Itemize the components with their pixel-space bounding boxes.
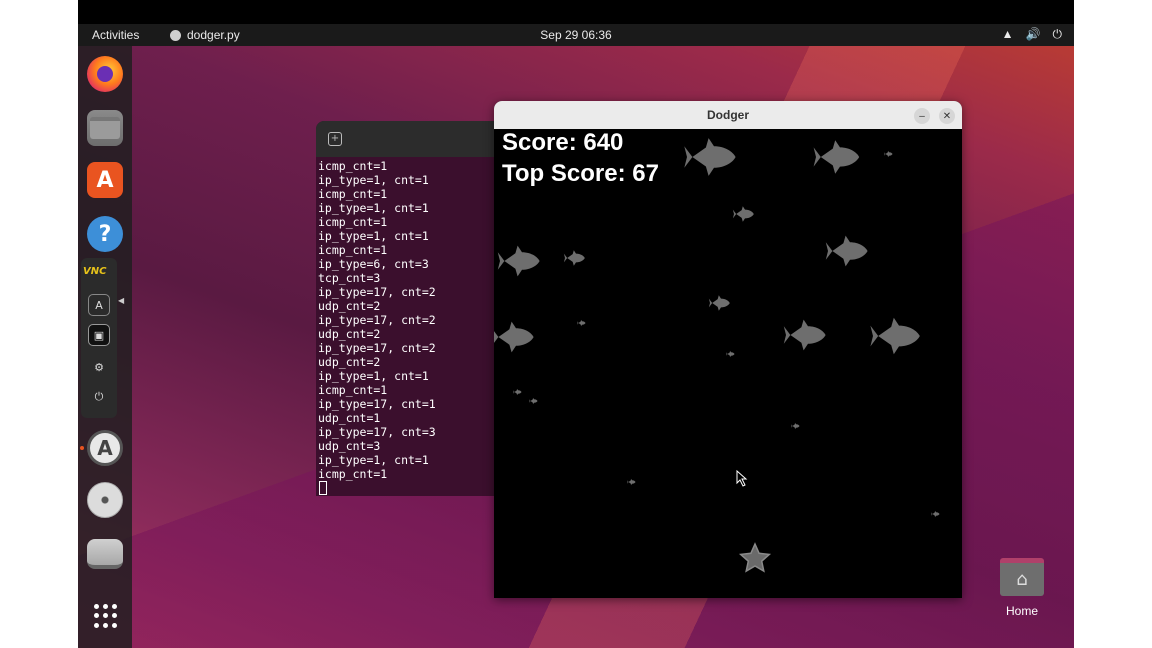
fish-enemy <box>708 295 730 311</box>
terminal-output[interactable]: icmp_cnt=1 ip_type=1, cnt=1 icmp_cnt=1 ip_t… <box>316 157 506 495</box>
terminal-line: icmp_cnt=1 <box>318 159 388 173</box>
terminal-line: ip_type=1, cnt=1 <box>318 173 429 187</box>
terminal-line: udp_cnt=1 <box>318 411 381 425</box>
fish-enemy <box>884 150 893 158</box>
system-tray[interactable]: ▲ 🔊 ⏻ <box>1002 27 1062 42</box>
terminal-line: ip_type=1, cnt=1 <box>318 369 429 383</box>
software-updater-icon[interactable]: A <box>87 430 123 466</box>
running-indicator <box>80 446 84 450</box>
vnc-keyboard-toggle-icon[interactable]: A <box>88 294 110 316</box>
files-icon[interactable] <box>87 110 123 146</box>
network-icon[interactable]: ▲ <box>1002 27 1014 42</box>
disc-icon[interactable] <box>87 482 123 518</box>
terminal-line: udp_cnt=3 <box>318 439 381 453</box>
mouse-pointer-icon <box>736 469 748 487</box>
clock[interactable]: Sep 29 06:36 <box>78 28 1074 42</box>
terminal-line: icmp_cnt=1 <box>318 243 388 257</box>
top-score-label: Top Score: 67 <box>502 160 659 187</box>
terminal-line: icmp_cnt=1 <box>318 187 388 201</box>
terminal-line: udp_cnt=2 <box>318 327 381 341</box>
fish-enemy <box>870 317 920 355</box>
show-apps-icon[interactable] <box>87 598 123 634</box>
fish-enemy <box>577 319 586 327</box>
terminal-line: ip_type=1, cnt=1 <box>318 201 429 215</box>
terminal-line: ip_type=17, cnt=2 <box>318 341 436 355</box>
vnc-toolbar: VNC A ▣ ⚙ ⏻ <box>81 258 117 418</box>
power-icon[interactable]: ⏻ <box>1053 27 1063 42</box>
vnc-logo: VNC <box>83 266 107 277</box>
volume-icon[interactable]: 🔊 <box>1026 27 1041 42</box>
firefox-icon[interactable] <box>87 56 123 92</box>
dodger-window[interactable]: Dodger – ✕ Score: 640 Top Score: 67 <box>494 101 962 598</box>
fish-enemy <box>494 321 534 353</box>
vnc-power-icon[interactable]: ⏻ <box>88 386 110 408</box>
terminal-window[interactable]: + icmp_cnt=1 ip_type=1, cnt=1 icmp_cnt=1 ip… <box>316 121 506 496</box>
vnc-panel-handle-icon[interactable]: ◀ <box>118 296 124 305</box>
vnc-settings-gear-icon[interactable]: ⚙ <box>88 356 110 378</box>
fish-enemy <box>513 388 522 396</box>
home-folder-icon[interactable]: ⌂ <box>1000 558 1044 596</box>
dock: A ? VNC A ▣ ⚙ ⏻ ◀ A <box>78 46 132 648</box>
fish-enemy <box>813 140 860 174</box>
terminal-line: ip_type=1, cnt=1 <box>318 453 429 467</box>
fish-enemy <box>732 206 754 222</box>
game-canvas[interactable]: Score: 640 Top Score: 67 <box>494 129 962 598</box>
fish-enemy <box>497 245 540 277</box>
game-scene <box>494 138 940 573</box>
desktop: Activities dodger.py Sep 29 06:36 ▲ 🔊 ⏻ … <box>78 0 1074 648</box>
close-button[interactable]: ✕ <box>939 108 955 124</box>
terminal-line: ip_type=17, cnt=2 <box>318 313 436 327</box>
home-folder-label[interactable]: Home <box>988 604 1056 618</box>
starfish-player <box>738 542 772 573</box>
fish-enemy <box>529 397 538 405</box>
drive-icon[interactable] <box>87 539 123 569</box>
terminal-line: ip_type=1, cnt=1 <box>318 229 429 243</box>
window-title: Dodger <box>707 108 749 122</box>
terminal-header[interactable]: + <box>316 121 506 157</box>
dodger-titlebar[interactable]: Dodger – ✕ <box>494 101 962 129</box>
score-label: Score: 640 <box>502 129 624 156</box>
terminal-line: ip_type=17, cnt=3 <box>318 425 436 439</box>
vnc-clipboard-icon[interactable]: ▣ <box>88 324 110 346</box>
fish-enemy <box>783 319 826 351</box>
top-bar: Activities dodger.py Sep 29 06:36 ▲ 🔊 ⏻ <box>78 24 1074 46</box>
terminal-line: ip_type=6, cnt=3 <box>318 257 429 271</box>
terminal-line: ip_type=17, cnt=1 <box>318 397 436 411</box>
terminal-cursor <box>319 481 327 495</box>
terminal-line: tcp_cnt=3 <box>318 271 381 285</box>
fish-enemy <box>563 250 585 266</box>
new-tab-icon[interactable]: + <box>328 132 342 146</box>
app-center-icon[interactable]: A <box>87 162 123 198</box>
terminal-line: icmp_cnt=1 <box>318 215 388 229</box>
minimize-button[interactable]: – <box>914 108 930 124</box>
fish-enemy <box>726 350 735 358</box>
terminal-line: udp_cnt=2 <box>318 299 381 313</box>
terminal-line: udp_cnt=2 <box>318 355 381 369</box>
help-icon[interactable]: ? <box>87 216 123 252</box>
fish-enemy <box>931 510 940 518</box>
terminal-line: icmp_cnt=1 <box>318 467 388 481</box>
top-letterbox <box>78 0 1074 24</box>
terminal-line: ip_type=17, cnt=2 <box>318 285 436 299</box>
fish-enemy <box>627 478 636 486</box>
fish-enemy <box>791 422 800 430</box>
terminal-line: icmp_cnt=1 <box>318 383 388 397</box>
fish-enemy <box>684 138 736 176</box>
fish-enemy <box>825 235 868 267</box>
